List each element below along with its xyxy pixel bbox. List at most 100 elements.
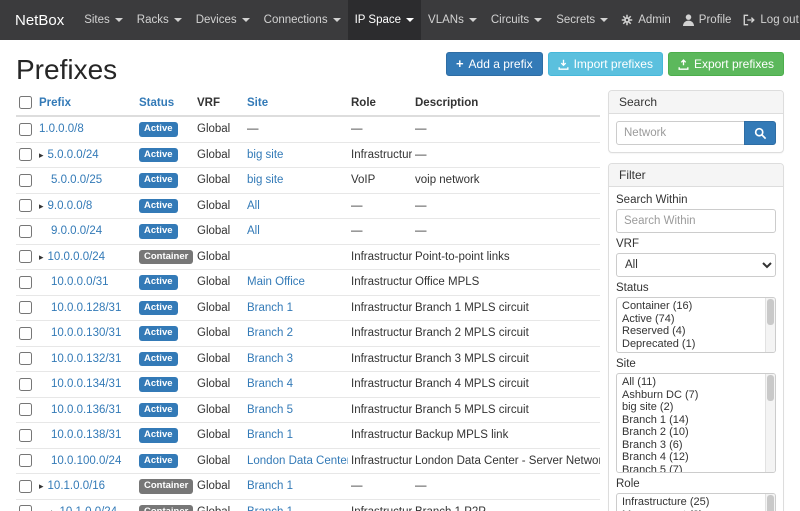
prefix-link[interactable]: 10.0.0.132/31	[51, 353, 121, 365]
site-link[interactable]: big site	[247, 149, 283, 161]
scrollbar-thumb[interactable]	[767, 375, 774, 401]
filter-option-branch-5-7[interactable]: Branch 5 (7)	[617, 464, 763, 474]
site-link[interactable]: big site	[247, 174, 283, 186]
row-checkbox[interactable]	[19, 429, 32, 442]
prefix-link[interactable]: 1.0.0.0/8	[39, 123, 84, 135]
row-checkbox[interactable]	[19, 148, 32, 161]
filter-option-branch-2-10[interactable]: Branch 2 (10)	[617, 426, 763, 439]
prefix-link[interactable]: 9.0.0.0/24	[51, 225, 102, 237]
prefix-link[interactable]: 10.0.100.0/24	[51, 455, 121, 467]
site-link[interactable]: Branch 1	[247, 429, 293, 441]
site-link[interactable]: Branch 5	[247, 404, 293, 416]
row-checkbox[interactable]	[19, 480, 32, 493]
nav-item-devices[interactable]: Devices	[189, 0, 257, 40]
prefix-link[interactable]: 10.0.0.138/31	[51, 429, 121, 441]
column-header-site[interactable]: Site	[244, 90, 348, 116]
role-multiselect[interactable]: Infrastructure (25)Management (8)Private…	[616, 493, 776, 511]
row-checkbox[interactable]	[19, 174, 32, 187]
import-prefixes-button[interactable]: Import prefixes	[548, 52, 663, 76]
filter-option-infrastructure-25[interactable]: Infrastructure (25)	[617, 496, 763, 509]
prefix-link[interactable]: 10.0.0.136/31	[51, 404, 121, 416]
row-checkbox[interactable]	[19, 352, 32, 365]
site-multiselect[interactable]: All (11)Ashburn DC (7)big site (2)Branch…	[616, 373, 776, 473]
expand-icon[interactable]: ▸	[51, 507, 56, 511]
nav-item-racks[interactable]: Racks	[130, 0, 189, 40]
scrollbar[interactable]	[765, 494, 775, 511]
site-link[interactable]: Main Office	[247, 276, 305, 288]
prefix-link[interactable]: 9.0.0.0/8	[48, 200, 93, 212]
prefix-link[interactable]: 10.1.0.0/24	[60, 506, 118, 511]
row-checkbox[interactable]	[19, 276, 32, 289]
prefix-link[interactable]: 10.0.0.0/31	[51, 276, 109, 288]
row-checkbox[interactable]	[19, 454, 32, 467]
prefix-link[interactable]: 10.0.0.0/24	[48, 251, 106, 263]
site-link[interactable]: All	[247, 200, 260, 212]
row-checkbox[interactable]	[19, 403, 32, 416]
site-link[interactable]: London Data Center	[247, 455, 348, 467]
row-checkbox[interactable]	[19, 199, 32, 212]
filter-option-deprecated-1[interactable]: Deprecated (1)	[617, 338, 763, 351]
expand-icon[interactable]: ▸	[39, 481, 44, 491]
site-link[interactable]: Branch 1	[247, 506, 293, 511]
filter-option-branch-4-12[interactable]: Branch 4 (12)	[617, 451, 763, 464]
prefix-link[interactable]: 10.1.0.0/16	[48, 480, 106, 492]
expand-icon[interactable]: ▸	[39, 150, 44, 160]
scrollbar-thumb[interactable]	[767, 495, 774, 511]
prefix-link[interactable]: 10.0.0.134/31	[51, 378, 121, 390]
row-checkbox[interactable]	[19, 301, 32, 314]
column-header-prefix[interactable]: Prefix	[36, 90, 136, 116]
site-link[interactable]: Branch 1	[247, 302, 293, 314]
prefix-link[interactable]: 5.0.0.0/24	[48, 149, 99, 161]
expand-icon[interactable]: ▸	[39, 252, 44, 262]
search-input[interactable]	[616, 121, 745, 145]
filter-option-container-16[interactable]: Container (16)	[617, 300, 763, 313]
filter-option-branch-1-14[interactable]: Branch 1 (14)	[617, 414, 763, 427]
site-link[interactable]: Branch 1	[247, 480, 293, 492]
prefix-link[interactable]: 5.0.0.0/25	[51, 174, 102, 186]
row-checkbox[interactable]	[19, 250, 32, 263]
navbar-brand[interactable]: NetBox	[0, 0, 77, 40]
row-checkbox[interactable]	[19, 327, 32, 340]
site-link[interactable]: All	[247, 225, 260, 237]
site-link[interactable]: Branch 4	[247, 378, 293, 390]
user-icon	[683, 14, 694, 26]
row-checkbox[interactable]	[19, 123, 32, 136]
nav-item-connections[interactable]: Connections	[257, 0, 348, 40]
navbar-profile[interactable]: Profile	[677, 0, 738, 40]
scrollbar-thumb[interactable]	[767, 299, 774, 325]
nav-item-vlans[interactable]: VLANs	[421, 0, 484, 40]
filter-option-all-11[interactable]: All (11)	[617, 376, 763, 389]
navbar-admin[interactable]: Admin	[615, 0, 677, 40]
filter-option-big-site-2[interactable]: big site (2)	[617, 401, 763, 414]
checkbox-cell	[16, 295, 36, 321]
search-button[interactable]	[744, 121, 776, 145]
filter-option-branch-3-6[interactable]: Branch 3 (6)	[617, 439, 763, 452]
filter-option-ashburn-dc-7[interactable]: Ashburn DC (7)	[617, 389, 763, 402]
export-prefixes-button[interactable]: Export prefixes	[668, 52, 784, 76]
filter-option-reserved-4[interactable]: Reserved (4)	[617, 325, 763, 338]
scrollbar[interactable]	[765, 374, 775, 472]
prefix-link[interactable]: 10.0.0.130/31	[51, 327, 121, 339]
filter-option-active-74[interactable]: Active (74)	[617, 313, 763, 326]
nav-item-secrets[interactable]: Secrets	[549, 0, 615, 40]
site-link[interactable]: Branch 2	[247, 327, 293, 339]
site-link[interactable]: Branch 3	[247, 353, 293, 365]
row-checkbox[interactable]	[19, 378, 32, 391]
expand-icon[interactable]: ▸	[39, 201, 44, 211]
navbar: NetBox SitesRacksDevicesConnectionsIP Sp…	[0, 0, 800, 40]
column-header-status[interactable]: Status	[136, 90, 194, 116]
navbar-log-out[interactable]: Log out	[737, 0, 800, 40]
prefix-link[interactable]: 10.0.0.128/31	[51, 302, 121, 314]
nav-item-sites[interactable]: Sites	[77, 0, 130, 40]
search-within-input[interactable]	[616, 209, 776, 233]
scrollbar[interactable]	[765, 298, 775, 352]
add-a-prefix-button[interactable]: +Add a prefix	[446, 52, 543, 76]
select-all-checkbox[interactable]	[19, 96, 32, 109]
status-multiselect[interactable]: Container (16)Active (74)Reserved (4)Dep…	[616, 297, 776, 353]
nav-item-circuits[interactable]: Circuits	[484, 0, 549, 40]
row-checkbox[interactable]	[19, 505, 32, 511]
vrf-select[interactable]: All	[616, 253, 776, 277]
nav-item-ip-space[interactable]: IP Space	[348, 0, 421, 40]
filter-label-search-within: Search Within	[616, 194, 776, 207]
row-checkbox[interactable]	[19, 225, 32, 238]
